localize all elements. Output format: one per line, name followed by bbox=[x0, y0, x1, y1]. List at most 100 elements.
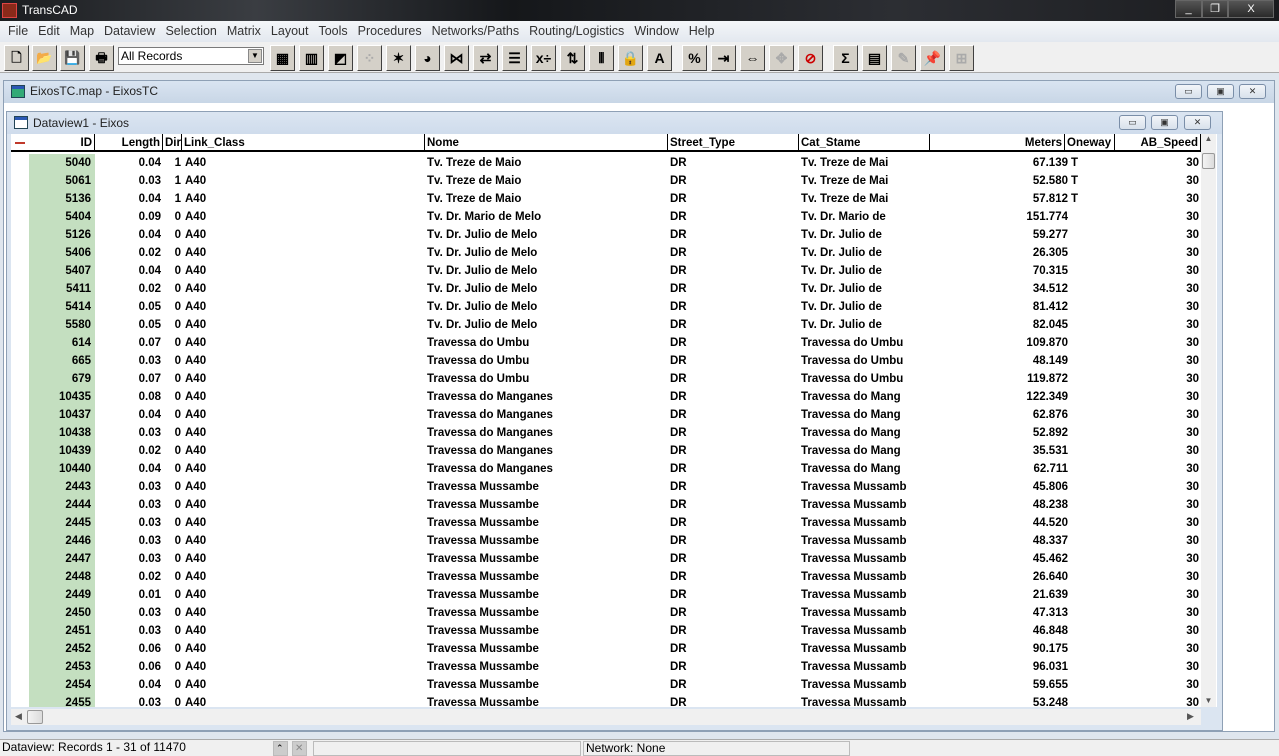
column-header-link_class[interactable]: Link_Class bbox=[182, 134, 425, 152]
menu-matrix[interactable]: Matrix bbox=[222, 21, 266, 42]
column-header-dir[interactable]: Dir bbox=[163, 134, 182, 152]
table-row[interactable]: 2445 0.03 0 A40 Travessa Mussambe DR Travessa … bbox=[11, 514, 1201, 532]
compare-icon[interactable]: ⇄ bbox=[473, 45, 498, 71]
open-folder-icon[interactable]: 📂 bbox=[32, 45, 57, 71]
horizontal-scroll-thumb[interactable] bbox=[27, 710, 43, 724]
column-header-id[interactable]: ID bbox=[29, 134, 95, 152]
table-row[interactable]: 5406 0.02 0 A40 Tv. Dr. Julio de Melo DR Tv. D… bbox=[11, 244, 1201, 262]
pin-icon[interactable]: 📌 bbox=[920, 45, 945, 71]
grid-icon[interactable]: ⊞ bbox=[949, 45, 974, 71]
restore-button[interactable]: ❐ bbox=[1202, 0, 1228, 18]
table-row[interactable]: 2449 0.01 0 A40 Travessa Mussambe DR Travessa … bbox=[11, 586, 1201, 604]
save-icon[interactable]: 💾 bbox=[60, 45, 85, 71]
stop-icon[interactable]: ⊘ bbox=[798, 45, 823, 71]
table-row[interactable]: 2447 0.03 0 A40 Travessa Mussambe DR Travessa … bbox=[11, 550, 1201, 568]
table-row[interactable]: 5411 0.02 0 A40 Tv. Dr. Julio de Melo DR Tv. D… bbox=[11, 280, 1201, 298]
table-row[interactable]: 5126 0.04 0 A40 Tv. Dr. Julio de Melo DR Tv. D… bbox=[11, 226, 1201, 244]
table-row[interactable]: 5580 0.05 0 A40 Tv. Dr. Julio de Melo DR Tv. D… bbox=[11, 316, 1201, 334]
scroll-right-icon[interactable]: ▶ bbox=[1187, 711, 1194, 722]
table-row[interactable]: 2453 0.06 0 A40 Travessa Mussambe DR Travessa … bbox=[11, 658, 1201, 676]
menu-selection[interactable]: Selection bbox=[160, 21, 221, 42]
table-row[interactable]: 10438 0.03 0 A40 Travessa do Manganes DR Trave… bbox=[11, 424, 1201, 442]
column-header-nome[interactable]: Nome bbox=[425, 134, 668, 152]
table-row[interactable]: 2446 0.03 0 A40 Travessa Mussambe DR Travessa … bbox=[11, 532, 1201, 550]
menu-edit[interactable]: Edit bbox=[33, 21, 65, 42]
menu-help[interactable]: Help bbox=[684, 21, 720, 42]
dataview-restore-button[interactable]: ▣ bbox=[1151, 115, 1178, 130]
vertical-scrollbar[interactable]: ▲ ▼ bbox=[1201, 134, 1216, 707]
menu-dataview[interactable]: Dataview bbox=[99, 21, 160, 42]
column-header-cat_stame[interactable]: Cat_Stame bbox=[799, 134, 930, 152]
horizontal-scrollbar[interactable]: ◀ ▶ bbox=[11, 709, 1201, 725]
columns-icon[interactable]: ⦀ bbox=[589, 45, 614, 71]
close-button[interactable]: X bbox=[1228, 0, 1274, 18]
chevron-down-icon[interactable]: ▼ bbox=[248, 49, 262, 63]
new-file-icon[interactable]: 🗋 bbox=[4, 45, 29, 71]
table-row[interactable]: 2443 0.03 0 A40 Travessa Mussambe DR Travessa … bbox=[11, 478, 1201, 496]
map-minimize-button[interactable]: ▭ bbox=[1175, 84, 1202, 99]
edit-map-icon[interactable]: ✎ bbox=[891, 45, 916, 71]
lock-icon[interactable]: 🔒 bbox=[618, 45, 643, 71]
dataview-minimize-button[interactable]: ▭ bbox=[1119, 115, 1146, 130]
menu-file[interactable]: File bbox=[3, 21, 33, 42]
menu-window[interactable]: Window bbox=[629, 21, 683, 42]
table-row[interactable]: 10440 0.04 0 A40 Travessa do Manganes DR Trave… bbox=[11, 460, 1201, 478]
table-row[interactable]: 5404 0.09 0 A40 Tv. Dr. Mario de Melo DR Tv. D… bbox=[11, 208, 1201, 226]
dataview-close-button[interactable]: ✕ bbox=[1184, 115, 1211, 130]
narrow-column-icon[interactable]: ⇥ bbox=[711, 45, 736, 71]
menu-procedures[interactable]: Procedures bbox=[353, 21, 427, 42]
table-row[interactable]: 614 0.07 0 A40 Travessa do Umbu DR Travessa do… bbox=[11, 334, 1201, 352]
table-row[interactable]: 2454 0.04 0 A40 Travessa Mussambe DR Travessa … bbox=[11, 676, 1201, 694]
table-row[interactable]: 665 0.03 0 A40 Travessa do Umbu DR Travessa do… bbox=[11, 352, 1201, 370]
join-icon[interactable]: ⋈ bbox=[444, 45, 469, 71]
table-row[interactable]: 5136 0.04 1 A40 Tv. Treze de Maio DR Tv. Treze… bbox=[11, 190, 1201, 208]
record-set-select[interactable]: All Records ▼ bbox=[118, 47, 264, 65]
table-row[interactable]: 2448 0.02 0 A40 Travessa Mussambe DR Travessa … bbox=[11, 568, 1201, 586]
column-header-ab_speed[interactable]: AB_Speed bbox=[1115, 134, 1201, 152]
scroll-left-icon[interactable]: ◀ bbox=[15, 711, 22, 722]
column-header-street_type[interactable]: Street_Type bbox=[668, 134, 799, 152]
move-icon[interactable]: ✥ bbox=[769, 45, 794, 71]
status-chart-icon[interactable]: ⌃ bbox=[273, 741, 288, 756]
theme-map-icon[interactable]: ◩ bbox=[328, 45, 353, 71]
menu-networkspaths[interactable]: Networks/Paths bbox=[427, 21, 525, 42]
formula-icon[interactable]: x÷ bbox=[531, 45, 556, 71]
table-row[interactable]: 2455 0.03 0 A40 Travessa Mussambe DR Travessa … bbox=[11, 694, 1201, 707]
map-close-button[interactable]: ✕ bbox=[1239, 84, 1266, 99]
table-row[interactable]: 2452 0.06 0 A40 Travessa Mussambe DR Travessa … bbox=[11, 640, 1201, 658]
select-fields-icon[interactable]: ☰ bbox=[502, 45, 527, 71]
table-row[interactable]: 5061 0.03 1 A40 Tv. Treze de Maio DR Tv. Treze… bbox=[11, 172, 1201, 190]
dot-density-icon[interactable]: ⁘ bbox=[357, 45, 382, 71]
dataview-icon[interactable]: ▦ bbox=[270, 45, 295, 71]
table-row[interactable]: 679 0.07 0 A40 Travessa do Umbu DR Travessa do… bbox=[11, 370, 1201, 388]
chart-icon[interactable]: ▥ bbox=[299, 45, 324, 71]
menu-map[interactable]: Map bbox=[65, 21, 99, 42]
pie-chart-map-icon[interactable]: ◕ bbox=[415, 45, 440, 71]
table-row[interactable]: 2444 0.03 0 A40 Travessa Mussambe DR Travessa … bbox=[11, 496, 1201, 514]
status-close-icon[interactable]: ✕ bbox=[292, 741, 307, 756]
table-row[interactable]: 10437 0.04 0 A40 Travessa do Manganes DR Trave… bbox=[11, 406, 1201, 424]
table-row[interactable]: 10439 0.02 0 A40 Travessa do Manganes DR Trave… bbox=[11, 442, 1201, 460]
column-header-length[interactable]: Length bbox=[95, 134, 163, 152]
statistics-icon[interactable]: Σ bbox=[833, 45, 858, 71]
menu-tools[interactable]: Tools bbox=[313, 21, 352, 42]
scroll-down-icon[interactable]: ▼ bbox=[1201, 696, 1216, 705]
column-header-oneway[interactable]: Oneway bbox=[1065, 134, 1115, 152]
table-row[interactable]: 10435 0.08 0 A40 Travessa do Manganes DR Trave… bbox=[11, 388, 1201, 406]
table-row[interactable]: 5407 0.04 0 A40 Tv. Dr. Julio de Melo DR Tv. D… bbox=[11, 262, 1201, 280]
sort-icon[interactable]: ⇅ bbox=[560, 45, 585, 71]
minimize-button[interactable]: _ bbox=[1175, 0, 1202, 18]
menu-layout[interactable]: Layout bbox=[266, 21, 314, 42]
menu-routinglogistics[interactable]: Routing/Logistics bbox=[524, 21, 629, 42]
table-row[interactable]: 5040 0.04 1 A40 Tv. Treze de Maio DR Tv. Treze… bbox=[11, 154, 1201, 172]
print-icon[interactable]: 🖶 bbox=[89, 45, 114, 71]
table-row[interactable]: 2451 0.03 0 A40 Travessa Mussambe DR Travessa … bbox=[11, 622, 1201, 640]
table-icon[interactable]: ▤ bbox=[862, 45, 887, 71]
table-row[interactable]: 2450 0.03 0 A40 Travessa Mussambe DR Travessa … bbox=[11, 604, 1201, 622]
symbol-map-icon[interactable]: ✶ bbox=[386, 45, 411, 71]
scroll-up-icon[interactable]: ▲ bbox=[1201, 134, 1216, 143]
widen-column-icon[interactable]: ⇔ bbox=[740, 45, 765, 71]
vertical-scroll-thumb[interactable] bbox=[1202, 153, 1215, 169]
column-header-meters[interactable]: Meters bbox=[930, 134, 1065, 152]
text-icon[interactable]: A bbox=[647, 45, 672, 71]
